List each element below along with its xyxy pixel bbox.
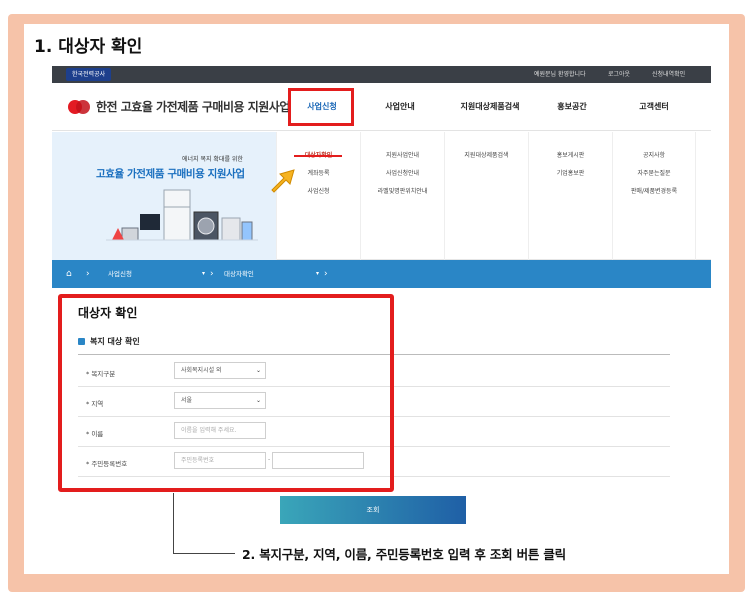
nav-customer-center[interactable]: 고객센터 bbox=[620, 83, 688, 131]
submenu-sales-change[interactable]: 판매/제품변경등록 bbox=[613, 186, 695, 195]
submenu-support-guide[interactable]: 지원사업안내 bbox=[361, 150, 444, 159]
utility-bar: 한국전력공사 예원문님 환영합니다 로그아웃 신청내역확인 bbox=[52, 66, 711, 83]
submenu-col-apply: 대상자확인 계좌등록 사업신청 bbox=[276, 132, 360, 260]
chevron-right-icon: › bbox=[210, 269, 214, 279]
submenu-product-search[interactable]: 지원대상제품검색 bbox=[445, 150, 528, 159]
pointer-arrow-icon bbox=[271, 169, 295, 193]
site-logo[interactable]: 한전 고효율 가전제품 구매비용 지원사업 bbox=[68, 98, 290, 115]
breadcrumb-level2[interactable]: 대상자확인 bbox=[224, 260, 254, 288]
highlight-form-box bbox=[58, 294, 394, 492]
kepco-logo-icon bbox=[68, 99, 90, 115]
highlight-apply-menu bbox=[288, 88, 354, 126]
submenu-company-promo[interactable]: 기업홍보판 bbox=[529, 168, 612, 177]
breadcrumb: ⌂ › 사업신청 ▾ › 대상자확인 ▾ › bbox=[52, 260, 711, 288]
breadcrumb-level1[interactable]: 사업신청 bbox=[108, 260, 132, 288]
dropdown-caret-icon[interactable]: ▾ bbox=[202, 260, 205, 288]
submenu-label-location[interactable]: 라벨및명판위치안내 bbox=[361, 186, 444, 195]
submenu-faq[interactable]: 자주묻는질문 bbox=[613, 168, 695, 177]
site-header: 한전 고효율 가전제품 구매비용 지원사업 사업신청 사업안내 지원대상제품검색… bbox=[52, 83, 711, 131]
my-application-link[interactable]: 신청내역확인 bbox=[652, 69, 685, 80]
logout-link[interactable]: 로그아웃 bbox=[608, 69, 630, 80]
nav-guide[interactable]: 사업안내 bbox=[366, 83, 434, 131]
dropdown-caret-icon[interactable]: ▾ bbox=[316, 260, 319, 288]
promo-banner: 에너지 복지 확대를 위한 고효율 가전제품 구매비용 지원사업 bbox=[52, 132, 276, 260]
submenu-promo-board[interactable]: 홍보게시판 bbox=[529, 150, 612, 159]
target-check-underline bbox=[294, 155, 342, 157]
callout-leader-vertical bbox=[173, 493, 174, 553]
step2-caption: 2. 복지구분, 지역, 이름, 주민등록번호 입력 후 조회 버튼 클릭 bbox=[242, 547, 566, 562]
site-title: 한전 고효율 가전제품 구매비용 지원사업 bbox=[96, 100, 290, 114]
submenu-col-support: 공지사항 자주묻는질문 판매/제품변경등록 bbox=[612, 132, 696, 260]
submenu-col-search: 지원대상제품검색 bbox=[444, 132, 528, 260]
nav-product-search[interactable]: 지원대상제품검색 bbox=[444, 83, 536, 131]
callout-leader-horizontal bbox=[173, 553, 235, 554]
submenu-apply-guide[interactable]: 사업신청안내 bbox=[361, 168, 444, 177]
search-submit-button[interactable]: 조회 bbox=[280, 496, 466, 524]
mega-menu: 에너지 복지 확대를 위한 고효율 가전제품 구매비용 지원사업 대상자확인 계… bbox=[52, 132, 711, 260]
chevron-right-icon: › bbox=[86, 269, 90, 279]
chevron-right-icon: › bbox=[324, 269, 328, 279]
submenu-notice[interactable]: 공지사항 bbox=[613, 150, 695, 159]
appliances-illustration bbox=[106, 189, 258, 241]
submenu-col-guide: 지원사업안내 사업신청안내 라벨및명판위치안내 bbox=[360, 132, 444, 260]
step1-caption: 1. 대상자 확인 bbox=[34, 37, 143, 57]
nav-promotion[interactable]: 홍보공간 bbox=[538, 83, 606, 131]
welcome-text: 예원문님 환영합니다 bbox=[534, 71, 586, 78]
home-icon[interactable]: ⌂ bbox=[66, 260, 72, 288]
submenu-col-promo: 홍보게시판 기업홍보판 bbox=[528, 132, 612, 260]
kepco-brand-badge[interactable]: 한국전력공사 bbox=[66, 68, 112, 81]
